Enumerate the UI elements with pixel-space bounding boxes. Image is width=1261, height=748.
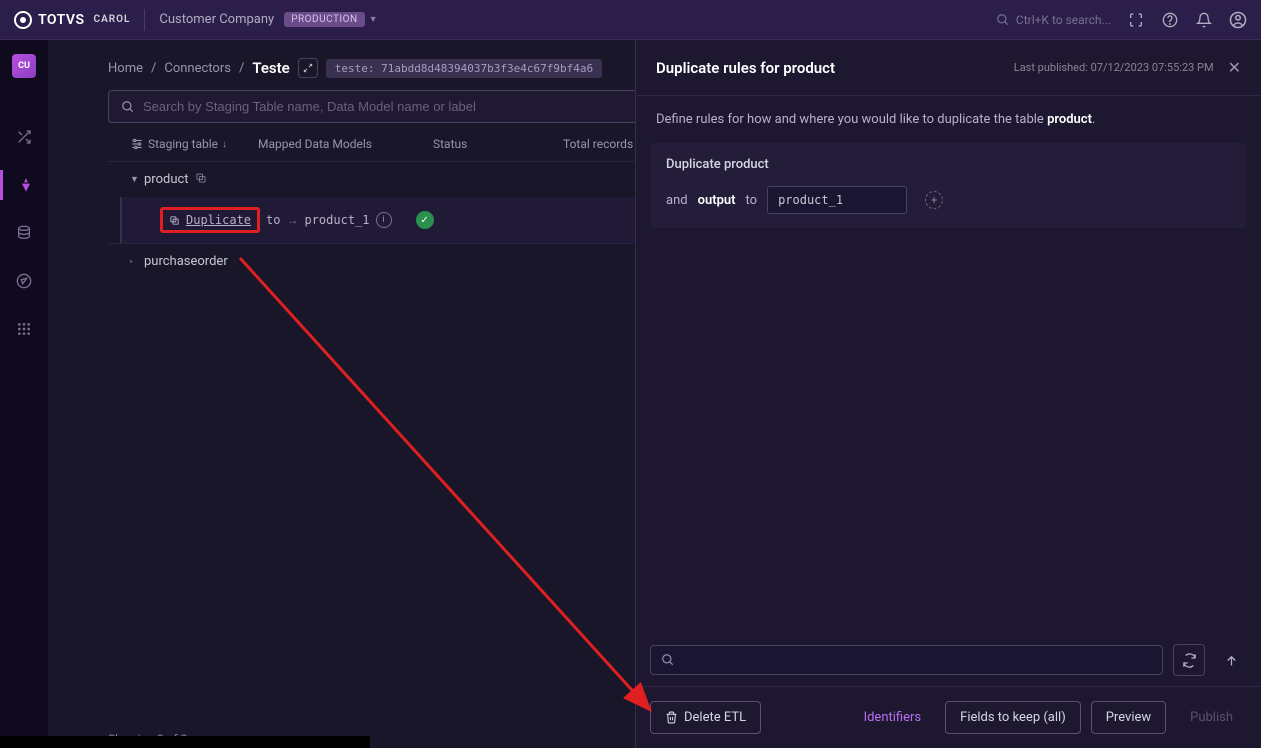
panel-search[interactable]	[650, 645, 1163, 675]
copy-icon[interactable]	[195, 172, 207, 187]
rail-connectors-icon[interactable]	[0, 170, 48, 200]
rail-explore-icon[interactable]	[0, 266, 48, 296]
rail-database-icon[interactable]	[0, 218, 48, 248]
crumb-action-icon[interactable]	[298, 58, 318, 78]
col-staging[interactable]: Staging table	[148, 137, 218, 151]
logo-icon	[14, 11, 32, 29]
company-name[interactable]: Customer Company	[159, 12, 274, 27]
row-name: product	[144, 172, 189, 187]
panel-actions: Delete ETL Identifiers Fields to keep (a…	[636, 686, 1261, 748]
arrow-icon: →	[286, 213, 298, 227]
expand-icon[interactable]: ▸	[130, 258, 144, 265]
tenant-badge[interactable]: CU	[12, 54, 36, 78]
duplicate-link[interactable]: Duplicate	[186, 213, 251, 227]
crumb-home[interactable]: Home	[108, 61, 143, 76]
duplicate-target: product_1	[304, 213, 369, 227]
panel-description: Define rules for how and where you would…	[636, 96, 1261, 143]
add-rule-icon[interactable]: +	[925, 191, 943, 209]
fields-button[interactable]: Fields to keep (all)	[945, 701, 1081, 734]
duplicate-highlighted: Duplicate	[160, 207, 260, 233]
col-total[interactable]: Total records	[563, 137, 633, 151]
close-icon[interactable]: ✕	[1228, 58, 1241, 77]
preview-button[interactable]: Preview	[1091, 701, 1166, 734]
code-icon[interactable]	[1127, 11, 1145, 29]
panel-title: Duplicate rules for product	[656, 59, 835, 77]
global-search[interactable]: Ctrl+K to search...	[996, 13, 1111, 27]
topbar: TOTVS CAROL Customer Company PRODUCTION …	[0, 0, 1261, 40]
side-panel: Duplicate rules for product Last publish…	[635, 40, 1261, 748]
status-ok-icon: ✓	[416, 211, 434, 229]
env-badge: PRODUCTION	[284, 12, 364, 27]
help-icon[interactable]	[1161, 11, 1179, 29]
expand-icon[interactable]: ▼	[130, 174, 144, 185]
brand-logo: TOTVS CAROL	[14, 11, 130, 29]
settings-icon[interactable]	[130, 137, 144, 151]
panel-published: Last published: 07/12/2023 07:55:23 PM	[1014, 61, 1214, 74]
output-name-input[interactable]	[767, 186, 907, 214]
rail-apps-icon[interactable]	[0, 314, 48, 344]
search-icon	[661, 653, 675, 667]
panel-search-row	[636, 634, 1261, 686]
identifiers-button[interactable]: Identifiers	[850, 702, 936, 733]
divider	[144, 9, 145, 31]
sort-icon[interactable]: ↓	[222, 139, 227, 150]
col-mapped[interactable]: Mapped Data Models	[258, 137, 372, 151]
search-icon	[996, 13, 1010, 27]
user-icon[interactable]	[1229, 11, 1247, 29]
scroll-top-button[interactable]	[1215, 644, 1247, 676]
info-icon[interactable]: i	[376, 212, 392, 228]
brand-sub: CAROL	[94, 14, 131, 25]
rule-row: and output to +	[666, 186, 1231, 214]
main-area: Home / Connectors / Teste teste: 71abdd8…	[48, 40, 1261, 748]
crumb-current: Teste	[252, 59, 289, 77]
rule-title: Duplicate product	[666, 157, 1231, 172]
row-name: purchaseorder	[144, 254, 228, 269]
rule-box: Duplicate product and output to +	[650, 143, 1247, 228]
duplicate-icon	[169, 215, 180, 226]
nav-rail: CU	[0, 40, 48, 748]
bell-icon[interactable]	[1195, 11, 1213, 29]
brand-text: TOTVS	[38, 12, 85, 28]
crumb-connectors[interactable]: Connectors	[164, 61, 231, 76]
env-dropdown-icon[interactable]: ▼	[369, 14, 378, 25]
status-url	[0, 736, 370, 748]
rail-shuffle-icon[interactable]	[0, 122, 48, 152]
delete-etl-button[interactable]: Delete ETL	[650, 701, 761, 734]
publish-button: Publish	[1176, 702, 1247, 733]
panel-header: Duplicate rules for product Last publish…	[636, 40, 1261, 96]
hash-chip[interactable]: teste: 71abdd8d48394037b3f3e4c67f9bf4a6	[326, 59, 602, 78]
refresh-button[interactable]	[1173, 644, 1205, 676]
col-status[interactable]: Status	[433, 137, 467, 151]
search-icon	[121, 100, 135, 114]
trash-icon	[665, 711, 678, 724]
